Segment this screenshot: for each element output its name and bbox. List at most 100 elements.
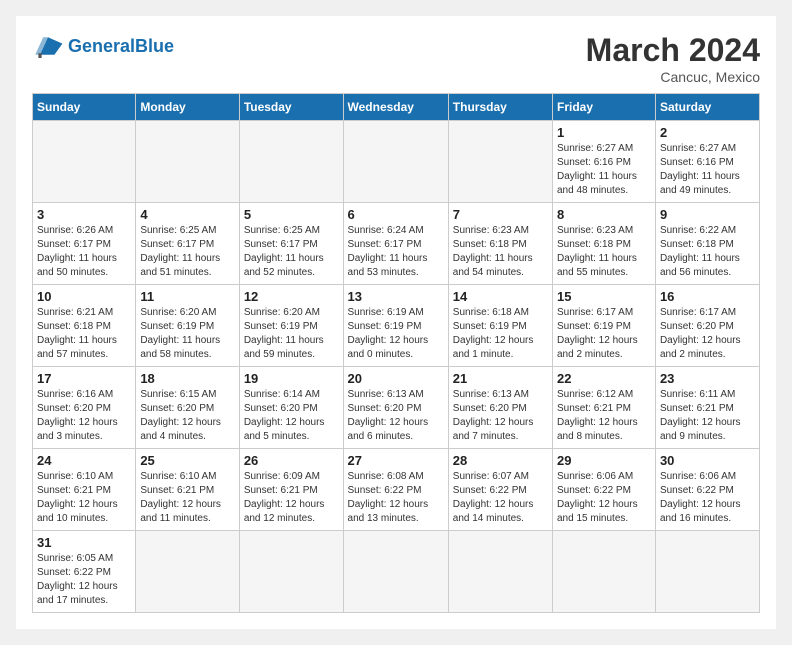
day-number: 8 [557, 207, 651, 222]
weekday-header-monday: Monday [136, 94, 239, 121]
day-info: Sunrise: 6:15 AM Sunset: 6:20 PM Dayligh… [140, 388, 234, 444]
day-info: Sunrise: 6:10 AM Sunset: 6:21 PM Dayligh… [140, 470, 234, 526]
day-info: Sunrise: 6:21 AM Sunset: 6:18 PM Dayligh… [37, 306, 131, 362]
title-block: March 2024 Cancuc, Mexico [586, 32, 760, 85]
day-info: Sunrise: 6:20 AM Sunset: 6:19 PM Dayligh… [244, 306, 339, 362]
day-info: Sunrise: 6:27 AM Sunset: 6:16 PM Dayligh… [557, 142, 651, 198]
calendar-cell: 13 Sunrise: 6:19 AM Sunset: 6:19 PM Dayli… [343, 285, 448, 367]
day-number: 3 [37, 207, 131, 222]
weekday-row: SundayMondayTuesdayWednesdayThursdayFrid… [33, 94, 760, 121]
day-info: Sunrise: 6:11 AM Sunset: 6:21 PM Dayligh… [660, 388, 755, 444]
calendar-cell [448, 531, 552, 613]
day-number: 22 [557, 371, 651, 386]
calendar-body: 1 Sunrise: 6:27 AM Sunset: 6:16 PM Daylig… [33, 121, 760, 613]
calendar-cell [655, 531, 759, 613]
calendar-cell: 31 Sunrise: 6:05 AM Sunset: 6:22 PM Dayli… [33, 531, 136, 613]
day-info: Sunrise: 6:10 AM Sunset: 6:21 PM Dayligh… [37, 470, 131, 526]
calendar-cell: 1 Sunrise: 6:27 AM Sunset: 6:16 PM Daylig… [553, 121, 656, 203]
day-number: 20 [348, 371, 444, 386]
calendar-header: SundayMondayTuesdayWednesdayThursdayFrid… [33, 94, 760, 121]
day-number: 26 [244, 453, 339, 468]
day-number: 21 [453, 371, 548, 386]
calendar-cell [553, 531, 656, 613]
calendar-cell [343, 121, 448, 203]
weekday-header-saturday: Saturday [655, 94, 759, 121]
day-number: 17 [37, 371, 131, 386]
day-info: Sunrise: 6:08 AM Sunset: 6:22 PM Dayligh… [348, 470, 444, 526]
calendar-cell [448, 121, 552, 203]
month-title: March 2024 [586, 32, 760, 69]
calendar-cell: 16Sunrise: 6:17 AM Sunset: 6:20 PM Dayli… [655, 285, 759, 367]
calendar-cell: 12Sunrise: 6:20 AM Sunset: 6:19 PM Dayli… [239, 285, 343, 367]
calendar-cell: 24 Sunrise: 6:10 AM Sunset: 6:21 PM Dayli… [33, 449, 136, 531]
calendar-week-3: 17 Sunrise: 6:16 AM Sunset: 6:20 PM Dayli… [33, 367, 760, 449]
day-info: Sunrise: 6:06 AM Sunset: 6:22 PM Dayligh… [660, 470, 755, 526]
day-number: 9 [660, 207, 755, 222]
day-number: 31 [37, 535, 131, 550]
calendar-week-1: 3 Sunrise: 6:26 AM Sunset: 6:17 PM Daylig… [33, 203, 760, 285]
logo-blue: Blue [135, 36, 174, 56]
calendar-cell: 19Sunrise: 6:14 AM Sunset: 6:20 PM Dayli… [239, 367, 343, 449]
day-info: Sunrise: 6:22 AM Sunset: 6:18 PM Dayligh… [660, 224, 755, 280]
calendar-cell: 21 Sunrise: 6:13 AM Sunset: 6:20 PM Dayli… [448, 367, 552, 449]
calendar-cell: 20Sunrise: 6:13 AM Sunset: 6:20 PM Dayli… [343, 367, 448, 449]
calendar-cell: 25 Sunrise: 6:10 AM Sunset: 6:21 PM Dayli… [136, 449, 239, 531]
day-info: Sunrise: 6:26 AM Sunset: 6:17 PM Dayligh… [37, 224, 131, 280]
day-info: Sunrise: 6:17 AM Sunset: 6:19 PM Dayligh… [557, 306, 651, 362]
day-number: 25 [140, 453, 234, 468]
calendar-cell: 5Sunrise: 6:25 AM Sunset: 6:17 PM Daylig… [239, 203, 343, 285]
day-number: 13 [348, 289, 444, 304]
day-number: 28 [453, 453, 548, 468]
day-info: Sunrise: 6:19 AM Sunset: 6:19 PM Dayligh… [348, 306, 444, 362]
day-info: Sunrise: 6:12 AM Sunset: 6:21 PM Dayligh… [557, 388, 651, 444]
general-blue-logo-icon [32, 32, 64, 60]
day-number: 14 [453, 289, 548, 304]
calendar-cell [343, 531, 448, 613]
day-number: 27 [348, 453, 444, 468]
calendar-cell: 27 Sunrise: 6:08 AM Sunset: 6:22 PM Dayli… [343, 449, 448, 531]
calendar-week-0: 1 Sunrise: 6:27 AM Sunset: 6:16 PM Daylig… [33, 121, 760, 203]
calendar-cell [239, 531, 343, 613]
calendar-cell: 30 Sunrise: 6:06 AM Sunset: 6:22 PM Dayli… [655, 449, 759, 531]
day-number: 30 [660, 453, 755, 468]
day-info: Sunrise: 6:16 AM Sunset: 6:20 PM Dayligh… [37, 388, 131, 444]
day-info: Sunrise: 6:24 AM Sunset: 6:17 PM Dayligh… [348, 224, 444, 280]
calendar-cell: 26Sunrise: 6:09 AM Sunset: 6:21 PM Dayli… [239, 449, 343, 531]
day-info: Sunrise: 6:25 AM Sunset: 6:17 PM Dayligh… [244, 224, 339, 280]
calendar-week-2: 10Sunrise: 6:21 AM Sunset: 6:18 PM Dayli… [33, 285, 760, 367]
calendar-cell [136, 531, 239, 613]
location: Cancuc, Mexico [586, 69, 760, 85]
day-info: Sunrise: 6:05 AM Sunset: 6:22 PM Dayligh… [37, 552, 131, 608]
day-number: 16 [660, 289, 755, 304]
calendar-cell: 6Sunrise: 6:24 AM Sunset: 6:17 PM Daylig… [343, 203, 448, 285]
weekday-header-thursday: Thursday [448, 94, 552, 121]
day-number: 24 [37, 453, 131, 468]
day-info: Sunrise: 6:23 AM Sunset: 6:18 PM Dayligh… [557, 224, 651, 280]
page: GeneralBlue March 2024 Cancuc, Mexico Su… [16, 16, 776, 629]
calendar-cell: 15 Sunrise: 6:17 AM Sunset: 6:19 PM Dayli… [553, 285, 656, 367]
calendar-cell [33, 121, 136, 203]
calendar-cell: 28Sunrise: 6:07 AM Sunset: 6:22 PM Dayli… [448, 449, 552, 531]
calendar-cell: 22 Sunrise: 6:12 AM Sunset: 6:21 PM Dayli… [553, 367, 656, 449]
calendar-cell: 23 Sunrise: 6:11 AM Sunset: 6:21 PM Dayli… [655, 367, 759, 449]
day-number: 18 [140, 371, 234, 386]
day-number: 2 [660, 125, 755, 140]
calendar-week-5: 31 Sunrise: 6:05 AM Sunset: 6:22 PM Dayli… [33, 531, 760, 613]
day-info: Sunrise: 6:13 AM Sunset: 6:20 PM Dayligh… [453, 388, 548, 444]
calendar-cell: 11Sunrise: 6:20 AM Sunset: 6:19 PM Dayli… [136, 285, 239, 367]
logo-general: General [68, 36, 135, 56]
day-number: 29 [557, 453, 651, 468]
day-info: Sunrise: 6:27 AM Sunset: 6:16 PM Dayligh… [660, 142, 755, 198]
header: GeneralBlue March 2024 Cancuc, Mexico [32, 32, 760, 85]
day-info: Sunrise: 6:23 AM Sunset: 6:18 PM Dayligh… [453, 224, 548, 280]
day-number: 23 [660, 371, 755, 386]
calendar-cell [239, 121, 343, 203]
weekday-header-sunday: Sunday [33, 94, 136, 121]
day-number: 7 [453, 207, 548, 222]
day-number: 15 [557, 289, 651, 304]
calendar-cell: 18 Sunrise: 6:15 AM Sunset: 6:20 PM Dayli… [136, 367, 239, 449]
day-info: Sunrise: 6:06 AM Sunset: 6:22 PM Dayligh… [557, 470, 651, 526]
calendar-table: SundayMondayTuesdayWednesdayThursdayFrid… [32, 93, 760, 613]
day-number: 1 [557, 125, 651, 140]
calendar-cell: 29 Sunrise: 6:06 AM Sunset: 6:22 PM Dayli… [553, 449, 656, 531]
